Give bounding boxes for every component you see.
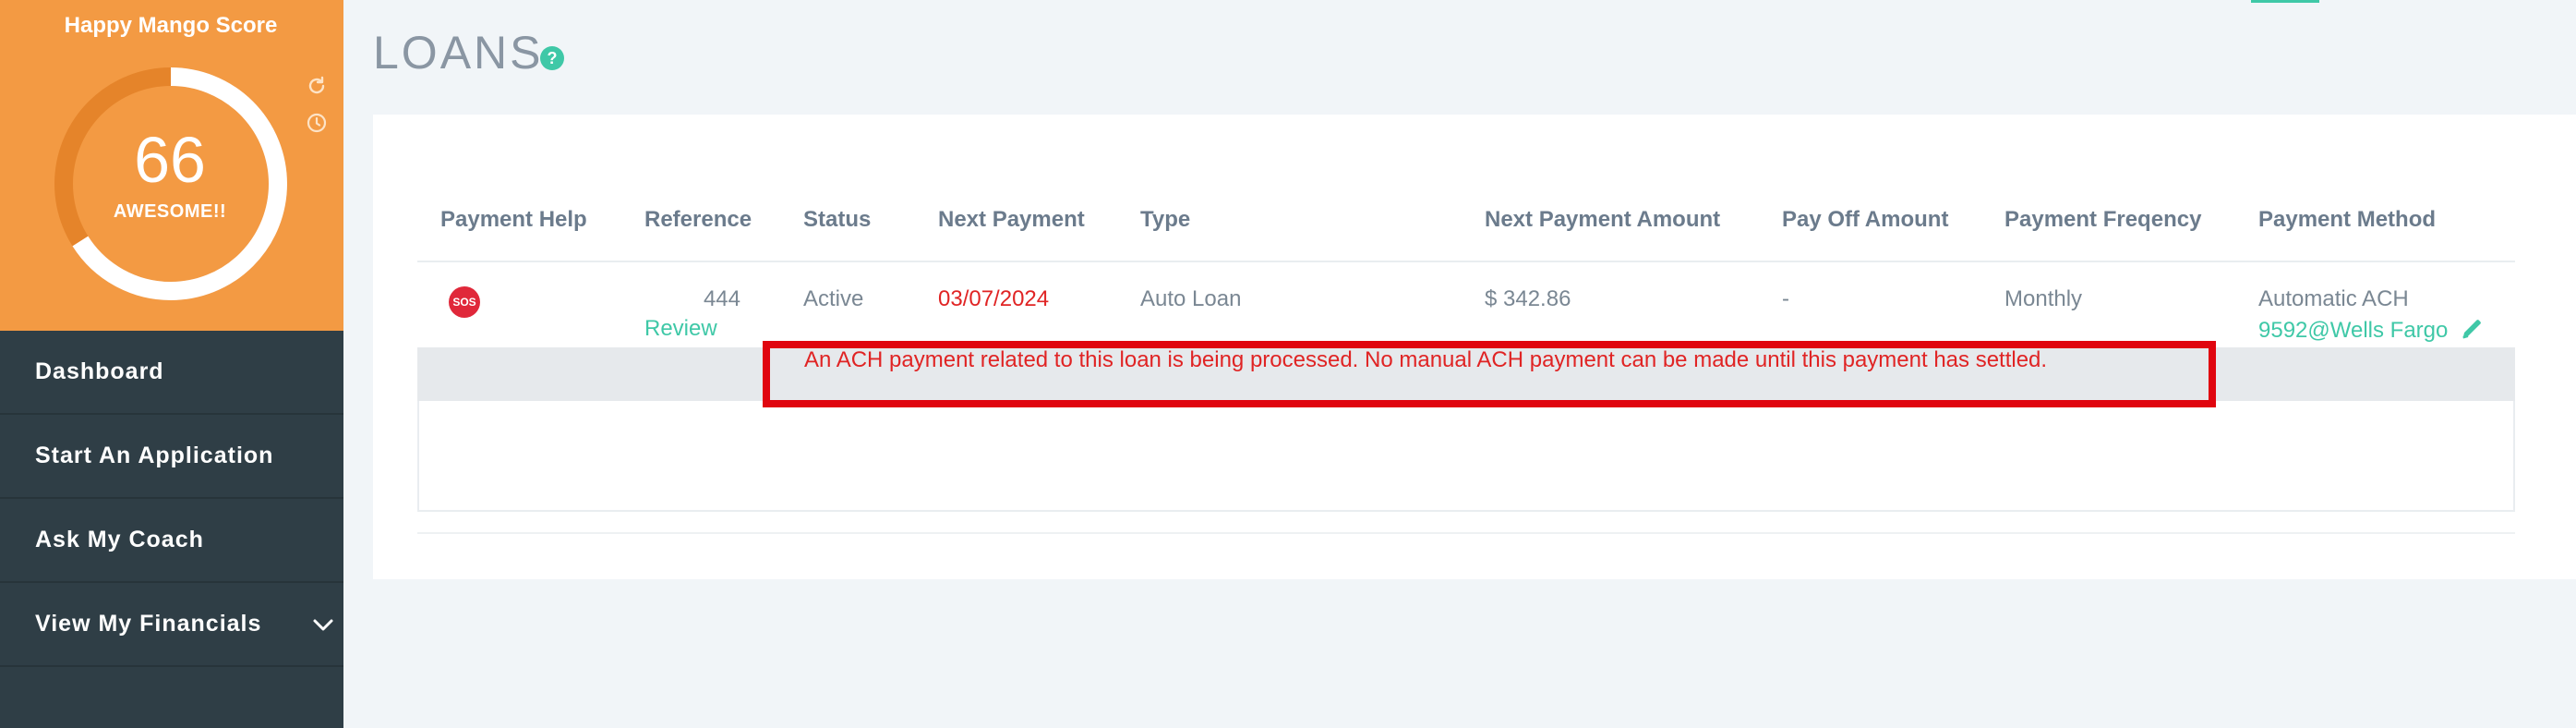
top-accent-bar [2251,0,2319,3]
cell-pay-off-amount: - [1782,286,1789,311]
clock-icon[interactable] [305,111,329,135]
header-payment-help: Payment Help [440,207,587,232]
header-next-payment: Next Payment [938,207,1085,232]
sidebar: Happy Mango Score 66 AWESOME!! Dashboard… [0,0,343,728]
cell-next-payment: 03/07/2024 [938,286,1050,311]
header-status: Status [803,207,872,232]
pencil-icon[interactable] [2459,316,2485,342]
chevron-down-icon[interactable] [312,618,334,633]
nav-dashboard-label: Dashboard [35,358,164,384]
table-bottom-divider [417,532,2515,534]
cell-type: Auto Loan [1140,286,1242,311]
nav-ask-my-coach-label: Ask My Coach [35,527,204,552]
cell-status: Active [803,286,864,311]
notice-highlight-box [763,341,2216,407]
page-title: LOANS [373,27,544,79]
review-link[interactable]: Review [644,316,717,342]
score-label: AWESOME!! [113,201,227,222]
sidebar-nav: Dashboard Start An Application Ask My Co… [0,331,343,667]
row-detail-area [417,401,2515,512]
nav-start-application-label: Start An Application [35,443,274,468]
cell-payment-frequency: Monthly [2004,286,2083,311]
header-reference: Reference [644,207,752,232]
nav-view-my-financials[interactable]: View My Financials [0,583,343,667]
nav-view-my-financials-label: View My Financials [35,611,262,637]
header-payment-frequency: Payment Freqency [2004,207,2202,232]
refresh-icon[interactable] [305,74,329,98]
nav-start-application[interactable]: Start An Application [0,415,343,499]
header-pay-off-amount: Pay Off Amount [1782,207,1949,232]
header-type: Type [1140,207,1191,232]
score-panel: Happy Mango Score 66 AWESOME!! [0,0,343,331]
nav-ask-my-coach[interactable]: Ask My Coach [0,499,343,583]
sos-button[interactable]: SOS [449,286,480,318]
cell-next-payment-amount: $ 342.86 [1485,286,1571,311]
payment-account-link[interactable]: 9592@Wells Fargo [2258,318,2448,344]
cell-reference: 444 [703,286,740,311]
score-title: Happy Mango Score [64,13,278,38]
header-next-payment-amount: Next Payment Amount [1485,207,1721,232]
help-icon[interactable]: ? [540,46,564,70]
nav-dashboard[interactable]: Dashboard [0,331,343,415]
score-value: 66 [134,124,206,196]
header-payment-method: Payment Method [2258,207,2437,232]
header-divider [417,261,2515,262]
cell-payment-method: Automatic ACH [2258,286,2409,311]
